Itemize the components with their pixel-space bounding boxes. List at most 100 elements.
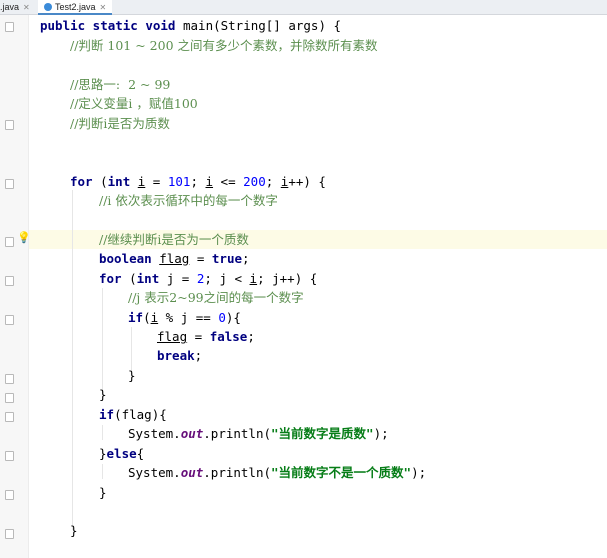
code-text: ; <box>265 174 281 189</box>
number-literal: 200 <box>243 174 266 189</box>
code-line: break; <box>157 346 202 365</box>
code-text: ; <box>190 174 206 189</box>
variable: i <box>205 174 214 189</box>
code-line: }else{ <box>99 444 144 463</box>
code-text: main(String[] args) { <box>175 18 342 33</box>
code-text: .println( <box>203 426 271 441</box>
code-line: for (int j = 2; j < i; j++) { <box>99 269 317 288</box>
comment: //i 依次表示循环中的每一个数字 <box>99 193 278 208</box>
code-line: //思路一: 2 ~ 99 <box>70 75 170 94</box>
code-text: ); <box>373 426 389 441</box>
code-line: } <box>99 385 107 404</box>
keyword: public static void <box>40 18 176 33</box>
comment: //j 表示2~99之间的每一个数字 <box>128 290 304 305</box>
fold-marker-icon[interactable] <box>5 120 14 130</box>
keyword: else <box>106 446 137 461</box>
tab-prev-file[interactable]: .java ✕ <box>0 0 30 14</box>
comment: //继续判断i是否为一个质数 <box>99 232 249 247</box>
tab-test2-java[interactable]: Test2.java ✕ <box>38 0 113 15</box>
code-text: ); <box>411 465 427 480</box>
keyword: boolean <box>99 251 152 266</box>
static-field: out <box>180 426 204 441</box>
keyword: false <box>209 329 248 344</box>
code-text: System. <box>128 426 181 441</box>
number-literal: 101 <box>167 174 191 189</box>
code-text: ; j < <box>204 271 250 286</box>
keyword: for <box>70 174 93 189</box>
tab-label: Test2.java <box>55 2 96 12</box>
keyword: if <box>128 310 144 325</box>
code-line: if(flag){ <box>99 405 167 424</box>
code-line: System.out.println("当前数字是质数"); <box>128 424 389 443</box>
keyword: for <box>99 271 122 286</box>
code-text: ++) { <box>288 174 326 189</box>
comment: //判断 101 ~ 200 之间有多少个素数，并除数所有素数 <box>70 38 378 53</box>
comment: //定义变量i ，赋值100 <box>70 96 198 111</box>
indent-guide <box>102 288 103 393</box>
code-text: ; <box>247 329 255 344</box>
code-text: j = <box>159 271 197 286</box>
code-line: flag = false; <box>157 327 255 346</box>
fold-marker-icon[interactable] <box>5 22 14 32</box>
close-icon[interactable]: ✕ <box>23 3 30 12</box>
code-line: //j 表示2~99之间的每一个数字 <box>128 288 304 307</box>
indent-guide <box>102 464 103 479</box>
fold-marker-icon[interactable] <box>5 276 14 286</box>
lightbulb-icon[interactable]: 💡 <box>17 231 31 244</box>
code-line: //定义变量i ，赋值100 <box>70 94 198 113</box>
keyword: int <box>107 174 131 189</box>
code-text: } <box>99 485 107 500</box>
close-icon[interactable]: ✕ <box>100 3 107 12</box>
code-text: = <box>145 174 168 189</box>
fold-marker-icon[interactable] <box>5 179 14 189</box>
fold-marker-icon[interactable] <box>5 374 14 384</box>
code-line: boolean flag = true; <box>99 249 250 268</box>
code-text: } <box>128 368 136 383</box>
editor-tab-bar: .java ✕ Test2.java ✕ <box>0 0 607 15</box>
code-line: //i 依次表示循环中的每一个数字 <box>99 191 278 210</box>
code-text: ( <box>143 310 151 325</box>
code-line: //判断i是否为质数 <box>70 114 170 133</box>
fold-marker-icon[interactable] <box>5 237 14 247</box>
fold-marker-icon[interactable] <box>5 529 14 539</box>
code-text: .println( <box>203 465 271 480</box>
fold-marker-icon[interactable] <box>5 451 14 461</box>
code-line: //继续判断i是否为一个质数 <box>99 230 249 249</box>
fold-marker-icon[interactable] <box>5 393 14 403</box>
variable: flag <box>157 329 188 344</box>
code-text: ){ <box>225 310 241 325</box>
comment: //判断i是否为质数 <box>70 116 170 131</box>
code-text: <= <box>213 174 244 189</box>
code-text: (flag){ <box>114 407 167 422</box>
static-field: out <box>180 465 204 480</box>
code-text: } <box>99 446 107 461</box>
code-text: { <box>136 446 145 461</box>
code-text: System. <box>128 465 181 480</box>
comment: //思路一: 2 ~ 99 <box>70 77 171 92</box>
string-literal: "当前数字不是一个质数" <box>271 465 412 480</box>
code-line: if(i % j == 0){ <box>128 308 241 327</box>
code-text: ; <box>194 348 203 363</box>
code-text: ( <box>121 271 137 286</box>
code-line: public static void main(String[] args) { <box>40 16 341 35</box>
code-line: System.out.println("当前数字不是一个质数"); <box>128 463 426 482</box>
code-text: } <box>70 523 78 538</box>
fold-marker-icon[interactable] <box>5 412 14 422</box>
editor-gutter <box>0 15 29 558</box>
java-class-icon <box>44 3 52 11</box>
variable: i <box>249 271 258 286</box>
code-line: } <box>70 521 78 540</box>
number-literal: 0 <box>218 310 226 325</box>
code-text: = <box>189 251 212 266</box>
variable: flag <box>159 251 190 266</box>
fold-marker-icon[interactable] <box>5 490 14 500</box>
code-line: } <box>99 483 107 502</box>
fold-marker-icon[interactable] <box>5 315 14 325</box>
code-line: //判断 101 ~ 200 之间有多少个素数，并除数所有素数 <box>70 36 378 55</box>
code-line: for (int i = 101; i <= 200; i++) { <box>70 172 326 191</box>
keyword: if <box>99 407 115 422</box>
indent-guide <box>72 190 73 530</box>
code-text: ; j++) { <box>257 271 318 286</box>
keyword: break <box>157 348 195 363</box>
